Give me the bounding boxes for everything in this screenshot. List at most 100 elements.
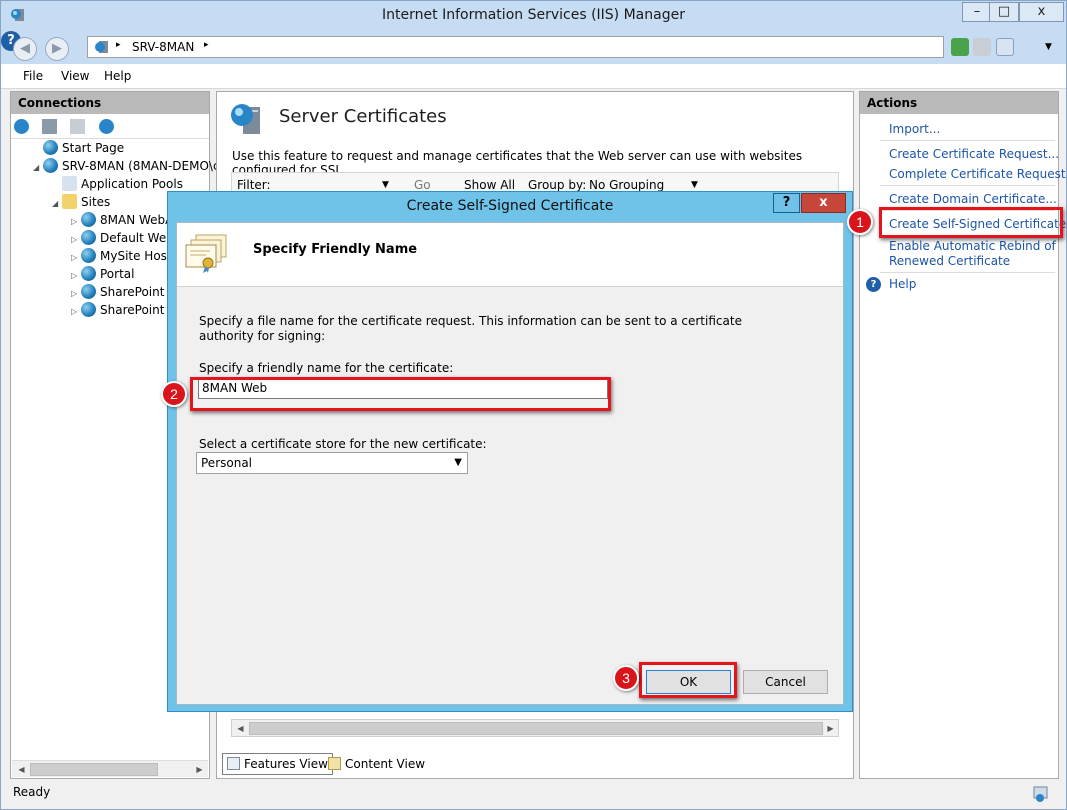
- divider: [880, 185, 1055, 186]
- connections-header: Connections: [11, 92, 209, 114]
- tree-item-label: MySite Host: [100, 249, 172, 263]
- filter-label: Filter:: [237, 178, 271, 192]
- divider: [880, 140, 1055, 141]
- tree-item-label: SRV-8MAN (8MAN-DEMO\cr: [62, 159, 225, 173]
- site-icon: [81, 284, 96, 299]
- tree-item[interactable]: ◢ Sites: [52, 193, 110, 211]
- action-import[interactable]: Import...: [889, 122, 940, 137]
- network-status-icon: [1033, 786, 1048, 802]
- horizontal-scrollbar[interactable]: ◀ ▶: [12, 760, 208, 777]
- tree-item[interactable]: Start Page: [33, 139, 124, 157]
- node-icon: [62, 176, 77, 191]
- tree-item[interactable]: ▷ Portal: [71, 265, 134, 283]
- actions-header: Actions: [860, 92, 1058, 114]
- close-button[interactable]: x: [1019, 2, 1064, 22]
- site-icon: [81, 302, 96, 317]
- highlight-ok-button: [639, 662, 737, 698]
- group-by-label: Group by:: [528, 178, 587, 192]
- group-by-select[interactable]: No Grouping: [589, 178, 664, 192]
- save-icon[interactable]: [42, 119, 57, 134]
- tree-item-label: Start Page: [62, 141, 125, 155]
- certificate-store-select[interactable]: Personal ▼: [196, 452, 468, 474]
- tab-content-view-label: Content View: [345, 757, 426, 771]
- site-icon: [81, 266, 96, 281]
- home-icon[interactable]: [996, 38, 1014, 56]
- content-horizontal-scrollbar[interactable]: ◀ ▶: [231, 719, 839, 737]
- scroll-right-icon[interactable]: ▶: [192, 762, 207, 777]
- tree-item[interactable]: ▷ 8MAN WebAP: [71, 211, 181, 229]
- tab-features-view-label: Features View: [244, 757, 328, 771]
- tree-item-label: Portal: [100, 267, 135, 281]
- action-help[interactable]: Help: [889, 277, 916, 292]
- tab-content-view[interactable]: Content View: [323, 753, 430, 775]
- action-enable-rebind-line2[interactable]: Renewed Certificate: [889, 254, 1010, 269]
- menu-file[interactable]: File: [23, 69, 43, 83]
- maximize-button[interactable]: □: [989, 2, 1019, 22]
- breadcrumb-server[interactable]: SRV-8MAN: [132, 40, 194, 54]
- dialog-close-button[interactable]: x: [801, 193, 846, 213]
- filter-dropdown-icon[interactable]: ▼: [382, 180, 389, 190]
- status-text: Ready: [13, 785, 51, 799]
- cancel-button[interactable]: Cancel: [743, 670, 828, 694]
- dialog-body: Specify Friendly Name Specify a file nam…: [176, 222, 844, 705]
- dialog-help-button[interactable]: ?: [773, 193, 800, 213]
- menu-help[interactable]: Help: [104, 69, 131, 83]
- window-title: Internet Information Services (IIS) Mana…: [382, 7, 685, 23]
- disconnect-icon[interactable]: [99, 119, 114, 134]
- tree-expander-icon[interactable]: ◢: [52, 195, 62, 213]
- action-create-domain-certificate[interactable]: Create Domain Certificate...: [889, 192, 1057, 207]
- scroll-left-icon[interactable]: ◀: [233, 721, 248, 736]
- tree-item[interactable]: Application Pools: [52, 175, 183, 193]
- stop-icon[interactable]: [973, 38, 991, 56]
- address-bar[interactable]: ▸ SRV-8MAN ▸: [87, 36, 944, 58]
- dialog-header: Specify Friendly Name: [177, 223, 843, 287]
- chevron-down-icon[interactable]: ▼: [454, 457, 462, 468]
- tab-features-view[interactable]: Features View: [222, 753, 333, 775]
- node-icon: [43, 158, 58, 173]
- action-enable-rebind-line1[interactable]: Enable Automatic Rebind of: [889, 239, 1056, 254]
- chevron-down-icon[interactable]: ▼: [691, 180, 698, 190]
- forward-button[interactable]: ▶: [45, 37, 69, 61]
- minimize-button[interactable]: –: [962, 2, 992, 22]
- site-icon: [81, 212, 96, 227]
- menu-view[interactable]: View: [61, 69, 89, 83]
- action-complete-certificate-request[interactable]: Complete Certificate Request...: [889, 167, 1067, 182]
- callout-badge-2: 2: [161, 381, 187, 407]
- view-switcher: Features View Content View: [222, 753, 622, 777]
- create-self-signed-certificate-dialog: Create Self-Signed Certificate ? x Speci…: [167, 191, 853, 712]
- tree-item[interactable]: ▷ MySite Host: [71, 247, 172, 265]
- tree-expander-icon[interactable]: ◢: [33, 159, 43, 177]
- scroll-right-icon[interactable]: ▶: [823, 721, 838, 736]
- title-bar: Internet Information Services (IIS) Mana…: [1, 1, 1066, 31]
- dialog-title: Create Self-Signed Certificate: [406, 198, 614, 214]
- content-view-icon: [328, 757, 341, 770]
- up-icon[interactable]: [70, 119, 85, 134]
- menu-bar: File View Help: [1, 64, 1066, 89]
- dialog-description: Specify a file name for the certificate …: [199, 314, 742, 343]
- chevron-down-icon[interactable]: ▼: [1045, 42, 1052, 52]
- tree-item-label: Sites: [81, 195, 111, 209]
- scroll-left-icon[interactable]: ◀: [14, 762, 29, 777]
- show-all-button[interactable]: Show All: [464, 178, 515, 192]
- back-button[interactable]: ◀: [13, 37, 37, 61]
- connections-toolbar: [11, 115, 209, 139]
- tree-item[interactable]: ◢ SRV-8MAN (8MAN-DEMO\cr: [33, 157, 225, 175]
- node-icon: [43, 140, 58, 155]
- help-icon[interactable]: ?: [866, 277, 881, 292]
- tree-expander-icon[interactable]: ▷: [71, 303, 81, 321]
- refresh-icon[interactable]: [951, 38, 969, 56]
- scroll-thumb[interactable]: [249, 722, 823, 735]
- highlight-self-signed-action: [879, 207, 1063, 238]
- callout-badge-3: 3: [613, 665, 639, 691]
- server-icon: [95, 41, 108, 53]
- breadcrumb-separator[interactable]: ▸: [204, 40, 209, 50]
- certificate-store-label: Select a certificate store for the new c…: [199, 437, 487, 451]
- go-button[interactable]: Go: [414, 178, 431, 192]
- page-title: Server Certificates: [279, 106, 447, 127]
- features-view-icon: [227, 757, 240, 770]
- scroll-thumb[interactable]: [30, 763, 158, 776]
- friendly-name-label: Specify a friendly name for the certific…: [199, 361, 454, 375]
- connect-icon[interactable]: [14, 119, 29, 134]
- highlight-friendly-name: [190, 377, 611, 411]
- action-create-certificate-request[interactable]: Create Certificate Request...: [889, 147, 1059, 162]
